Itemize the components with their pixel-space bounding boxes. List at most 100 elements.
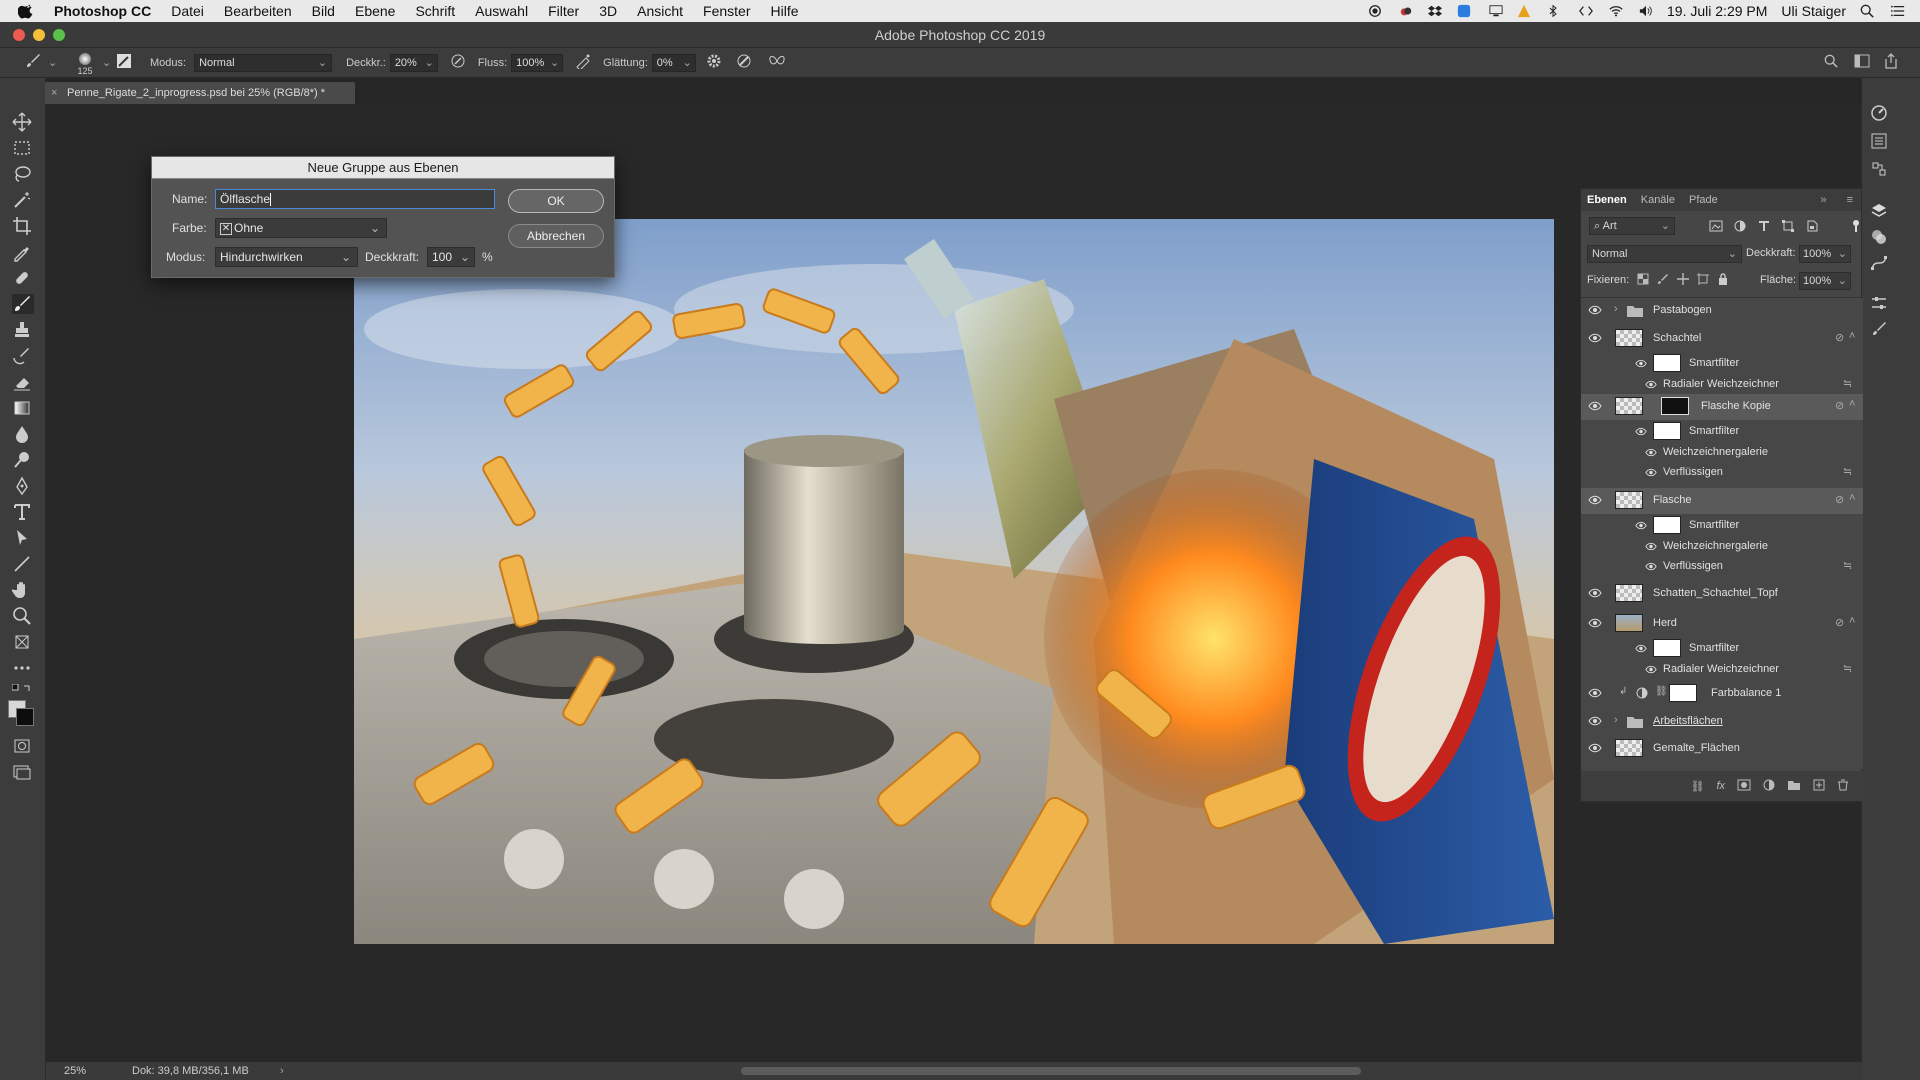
filter-options-icon[interactable]: ≒ (1843, 559, 1852, 572)
lock-transparency-icon[interactable] (1637, 273, 1649, 288)
color-select[interactable]: ✕ Ohne ⌄ (215, 218, 387, 238)
close-window-button[interactable] (13, 29, 25, 41)
layer-row-farbbalance[interactable]: ↲ ⛓ Farbbalance 1 (1581, 681, 1863, 707)
expand-chevron-icon[interactable]: › (1614, 303, 1618, 315)
dodge-tool-icon[interactable] (12, 450, 34, 470)
move-tool-icon[interactable] (12, 112, 34, 132)
flow-field[interactable]: 100% ⌄ (511, 53, 564, 72)
filter-row[interactable]: Verflüssigen ≒ (1581, 556, 1863, 576)
lock-pixels-icon[interactable] (1657, 273, 1669, 288)
history-icon[interactable] (1870, 160, 1888, 181)
menu-ansicht[interactable]: Ansicht (637, 3, 683, 19)
smartfilter-row[interactable]: Smartfilter (1581, 637, 1863, 659)
layer-row-herd[interactable]: Herd ⊘ ˄ (1581, 611, 1863, 637)
airbrush-icon[interactable] (575, 53, 603, 72)
layer-row-gemalte-flaechen[interactable]: Gemalte_Flächen (1581, 736, 1863, 762)
smart-filter-toggle-icon[interactable]: ⊘ (1835, 616, 1844, 629)
brush-settings-icon[interactable] (1870, 320, 1888, 341)
visibility-eye-icon[interactable] (1645, 562, 1657, 571)
workspace-icon[interactable] (1854, 54, 1884, 71)
visibility-eye-icon[interactable] (1645, 468, 1657, 477)
tool-preset-dropdown[interactable]: ⌄ (48, 56, 68, 69)
minimize-window-button[interactable] (33, 29, 45, 41)
display-icon[interactable] (1487, 4, 1503, 18)
history-brush-tool-icon[interactable] (12, 346, 34, 366)
filter-row[interactable]: Weichzeichnergalerie (1581, 442, 1863, 462)
new-group-folder-icon[interactable] (1787, 779, 1801, 794)
filter-adjustment-icon[interactable] (1733, 219, 1747, 236)
line-tool-icon[interactable] (12, 554, 34, 574)
paths-icon[interactable] (1870, 254, 1888, 275)
menu-ebene[interactable]: Ebene (355, 3, 395, 19)
notification-center-icon[interactable] (1890, 4, 1906, 18)
visibility-eye-icon[interactable] (1645, 448, 1657, 457)
delete-layer-trash-icon[interactable] (1837, 779, 1849, 794)
creative-cloud-icon[interactable] (1397, 4, 1413, 18)
lock-all-icon[interactable] (1717, 273, 1729, 288)
visibility-eye-icon[interactable] (1645, 665, 1657, 674)
layer-filter-select[interactable]: ⌕ Art ⌄ (1589, 217, 1675, 235)
user-name[interactable]: Uli Staiger (1781, 3, 1846, 19)
dropbox-icon[interactable] (1427, 4, 1443, 18)
layer-row-flasche[interactable]: Flasche ⊘ ˄ (1581, 488, 1863, 514)
bluetooth-icon[interactable] (1547, 4, 1563, 18)
visibility-eye-icon[interactable] (1645, 542, 1657, 551)
tab-kanaele[interactable]: Kanäle (1641, 194, 1675, 206)
expand-chevron-icon[interactable]: › (1614, 714, 1618, 726)
menu-datei[interactable]: Datei (171, 3, 204, 19)
clone-stamp-tool-icon[interactable] (12, 320, 34, 340)
eyedropper-tool-icon[interactable] (12, 242, 34, 262)
layer-row-schachtel[interactable]: Schachtel ⊘ ˄ (1581, 326, 1863, 352)
channels-icon[interactable] (1870, 228, 1888, 249)
opacity-field[interactable]: 20% ⌄ (389, 53, 438, 72)
menu-filter[interactable]: Filter (548, 3, 579, 19)
pressure-opacity-icon[interactable] (450, 53, 478, 72)
clock[interactable]: 19. Juli 2:29 PM (1667, 3, 1767, 19)
collapse-chevron-icon[interactable]: ˄ (1849, 330, 1855, 342)
name-input[interactable]: Ölflasche (215, 189, 495, 209)
lock-position-icon[interactable] (1677, 273, 1689, 288)
visibility-eye-icon[interactable] (1588, 495, 1602, 505)
symmetry-butterfly-icon[interactable] (768, 53, 798, 72)
apple-icon[interactable] (18, 2, 36, 20)
volume-icon[interactable] (1637, 4, 1653, 18)
mode-select[interactable]: Normal ⌄ (194, 53, 333, 72)
visibility-eye-icon[interactable] (1588, 401, 1602, 411)
new-adjustment-layer-icon[interactable] (1763, 779, 1775, 794)
filter-options-icon[interactable]: ≒ (1843, 465, 1852, 478)
panel-menu-icon[interactable]: ≡ (1847, 194, 1853, 206)
filter-row[interactable]: Radialer Weichzeichner ≒ (1581, 659, 1863, 679)
visibility-eye-icon[interactable] (1588, 588, 1602, 598)
visibility-eye-icon[interactable] (1635, 521, 1647, 530)
background-color-swatch[interactable] (16, 708, 34, 726)
app-menu[interactable]: Photoshop CC (54, 3, 151, 19)
fill-field[interactable]: 100% ⌄ (1799, 272, 1851, 290)
menu-auswahl[interactable]: Auswahl (475, 3, 528, 19)
smartfilter-row[interactable]: Smartfilter (1581, 514, 1863, 536)
tab-ebenen[interactable]: Ebenen (1587, 194, 1627, 206)
menu-fenster[interactable]: Fenster (703, 3, 750, 19)
menu-hilfe[interactable]: Hilfe (771, 3, 799, 19)
pen-tool-icon[interactable] (12, 476, 34, 496)
brush-settings-panel-icon[interactable] (116, 53, 144, 72)
visibility-eye-icon[interactable] (1588, 618, 1602, 628)
visibility-eye-icon[interactable] (1588, 743, 1602, 753)
status-menu-chevron-icon[interactable]: › (280, 1062, 284, 1080)
path-selection-tool-icon[interactable] (12, 528, 34, 548)
layer-row-schatten-schachtel-topf[interactable]: Schatten_Schachtel_Topf (1581, 581, 1863, 607)
screen-mode-icon[interactable] (12, 762, 34, 782)
smart-filter-toggle-icon[interactable]: ⊘ (1835, 493, 1844, 506)
marquee-tool-icon[interactable] (12, 138, 34, 158)
cancel-button[interactable]: Abbrechen (508, 224, 604, 248)
properties-icon[interactable] (1870, 132, 1888, 153)
menu-bild[interactable]: Bild (312, 3, 335, 19)
collapse-chevron-icon[interactable]: ˄ (1849, 398, 1855, 410)
smart-filter-toggle-icon[interactable]: ⊘ (1835, 331, 1844, 344)
filter-smartobject-icon[interactable] (1805, 219, 1819, 236)
type-tool-icon[interactable] (12, 502, 34, 522)
link-layers-icon[interactable]: ⛓ (1690, 780, 1704, 793)
visibility-eye-icon[interactable] (1635, 644, 1647, 653)
filter-toggle-icon[interactable] (1851, 219, 1861, 236)
smoothing-settings-gear-icon[interactable] (706, 53, 736, 72)
smoothing-field[interactable]: 0% ⌄ (651, 53, 696, 72)
